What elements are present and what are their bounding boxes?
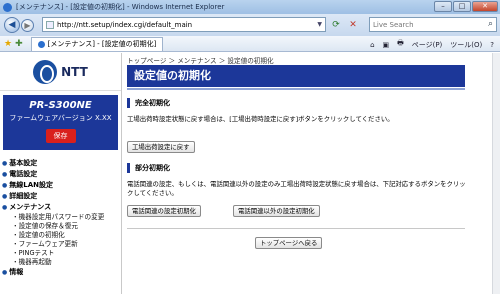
url-box[interactable]: ▼ (42, 17, 326, 32)
bullet-icon: ● (2, 160, 8, 167)
feeds-button[interactable]: ▣ (381, 40, 392, 50)
scrollbar[interactable] (492, 53, 500, 294)
full-reset-heading: 完全初期化 (127, 98, 170, 108)
help-button[interactable]: ? (488, 40, 496, 50)
phone-settings-reset-button[interactable]: 電話関連の設定初期化 (127, 205, 201, 217)
back-to-top-button[interactable]: トップページへ戻る (255, 237, 323, 249)
window-title: [メンテナンス] - [設定値の初期化] - Windows Internet … (16, 3, 225, 11)
page-icon (46, 20, 54, 29)
page-title: 設定値の初期化 (127, 65, 465, 87)
command-bar: ★ ✚ [メンテナンス] - [設定値の初期化] ⌂ ▣ 🖶 ページ(P) ツー… (0, 36, 500, 52)
product-name: PR-S300NE (29, 100, 92, 111)
menu-item-basic[interactable]: ● 基本設定 (0, 158, 121, 169)
tools-menu-button[interactable]: ツール(O) (448, 39, 484, 51)
menu-label: メンテナンス (9, 203, 52, 211)
main-content: トップページ ＞ メンテナンス ＞ 設定値の初期化 設定値の初期化 完全初期化 … (123, 53, 500, 294)
favorites-star-icon[interactable]: ★ (4, 39, 12, 49)
menu-item-advanced[interactable]: ● 詳細設定 (0, 191, 121, 202)
submenu-item-backup[interactable]: ・設定値の保存＆復元 (0, 222, 121, 231)
menu-label: 無線LAN設定 (9, 181, 53, 189)
add-favorites-icon[interactable]: ✚ (15, 39, 23, 49)
bullet-icon: ● (2, 204, 8, 211)
product-panel: PR-S300NE ファームウェアバージョン X.XX 保存 (3, 95, 118, 150)
back-button[interactable]: ◀ (4, 17, 20, 33)
bullet-icon: ● (2, 193, 8, 200)
partial-reset-text: 電話関連の設定、もしくは、電話関連以外の設定のみ工場出荷時設定状態に戻す場合は、… (127, 180, 466, 197)
submenu-item-password[interactable]: ・機器設定用パスワードの変更 (0, 213, 121, 222)
submenu-item-ping[interactable]: ・PINGテスト (0, 249, 121, 258)
menu-label: 基本設定 (9, 159, 38, 167)
search-input[interactable] (373, 20, 478, 29)
breadcrumb: トップページ ＞ メンテナンス ＞ 設定値の初期化 (127, 57, 274, 65)
logo-area: NTT (0, 53, 121, 91)
print-button[interactable]: 🖶 (395, 38, 406, 51)
submenu-item-reboot[interactable]: ・機器再起動 (0, 258, 121, 267)
close-button[interactable]: ✕ (472, 1, 498, 12)
submenu-item-reset[interactable]: ・設定値の初期化 (0, 231, 121, 240)
window-titlebar: [メンテナンス] - [設定値の初期化] - Windows Internet … (0, 0, 500, 14)
submenu-item-firmware[interactable]: ・ファームウェア更新 (0, 240, 121, 249)
refresh-button[interactable]: ⟳ (329, 18, 343, 32)
tab-title: [メンテナンス] - [設定値の初期化] (47, 39, 157, 48)
menu-item-wlan[interactable]: ● 無線LAN設定 (0, 180, 121, 191)
factory-reset-button[interactable]: 工場出荷設定に戻す (127, 141, 195, 153)
firmware-version: ファームウェアバージョン X.XX (9, 114, 112, 122)
bullet-icon: ● (2, 269, 8, 276)
non-phone-settings-reset-button[interactable]: 電話関連以外の設定初期化 (233, 205, 320, 217)
search-icon[interactable]: ⌕ (488, 19, 493, 29)
side-menu: ● 基本設定 ● 電話設定 ● 無線LAN設定 ● 詳細設定 ● メンテナンス ・機器設定… (0, 158, 121, 278)
browser-tab[interactable]: [メンテナンス] - [設定値の初期化] (30, 36, 164, 51)
brand-name: NTT (61, 64, 88, 79)
bullet-icon: ● (2, 182, 8, 189)
window-controls: – □ ✕ (434, 1, 498, 12)
sidebar: NTT PR-S300NE ファームウェアバージョン X.XX 保存 ● 基本設定… (0, 53, 122, 294)
full-reset-text: 工場出荷時設定状態に戻す場合は、[工場出荷時設定に戻す]ボタンをクリックしてくだ… (127, 115, 394, 123)
maximize-button[interactable]: □ (453, 1, 471, 12)
search-box[interactable]: ⌕ (369, 17, 497, 32)
menu-label: 電話設定 (9, 170, 38, 178)
save-button[interactable]: 保存 (45, 129, 76, 143)
ie-icon (3, 2, 12, 12)
page-menu-button[interactable]: ページ(P) (410, 39, 445, 51)
partial-reset-heading: 部分初期化 (127, 163, 170, 173)
menu-label: 詳細設定 (9, 192, 38, 200)
ntt-logo-icon (33, 59, 58, 84)
menu-item-phone[interactable]: ● 電話設定 (0, 169, 121, 180)
divider (127, 228, 465, 229)
command-buttons: ⌂ ▣ 🖶 ページ(P) ツール(O) ? (368, 38, 496, 51)
forward-button[interactable]: ▶ (21, 18, 34, 32)
address-bar: ◀ ▶ ▼ ⟳ ✕ ⌕ (0, 14, 500, 36)
url-input[interactable] (57, 20, 287, 29)
stop-button[interactable]: ✕ (346, 18, 360, 32)
title-underline (127, 88, 465, 90)
bullet-icon: ● (2, 171, 8, 178)
menu-item-info[interactable]: ● 情報 (0, 267, 121, 278)
tab-page-icon (37, 40, 45, 48)
home-button[interactable]: ⌂ (368, 40, 376, 50)
url-dropdown-icon[interactable]: ▼ (317, 21, 322, 28)
menu-label: 情報 (9, 268, 24, 276)
minimize-button[interactable]: – (434, 1, 452, 12)
menu-item-maintenance[interactable]: ● メンテナンス (0, 202, 121, 213)
